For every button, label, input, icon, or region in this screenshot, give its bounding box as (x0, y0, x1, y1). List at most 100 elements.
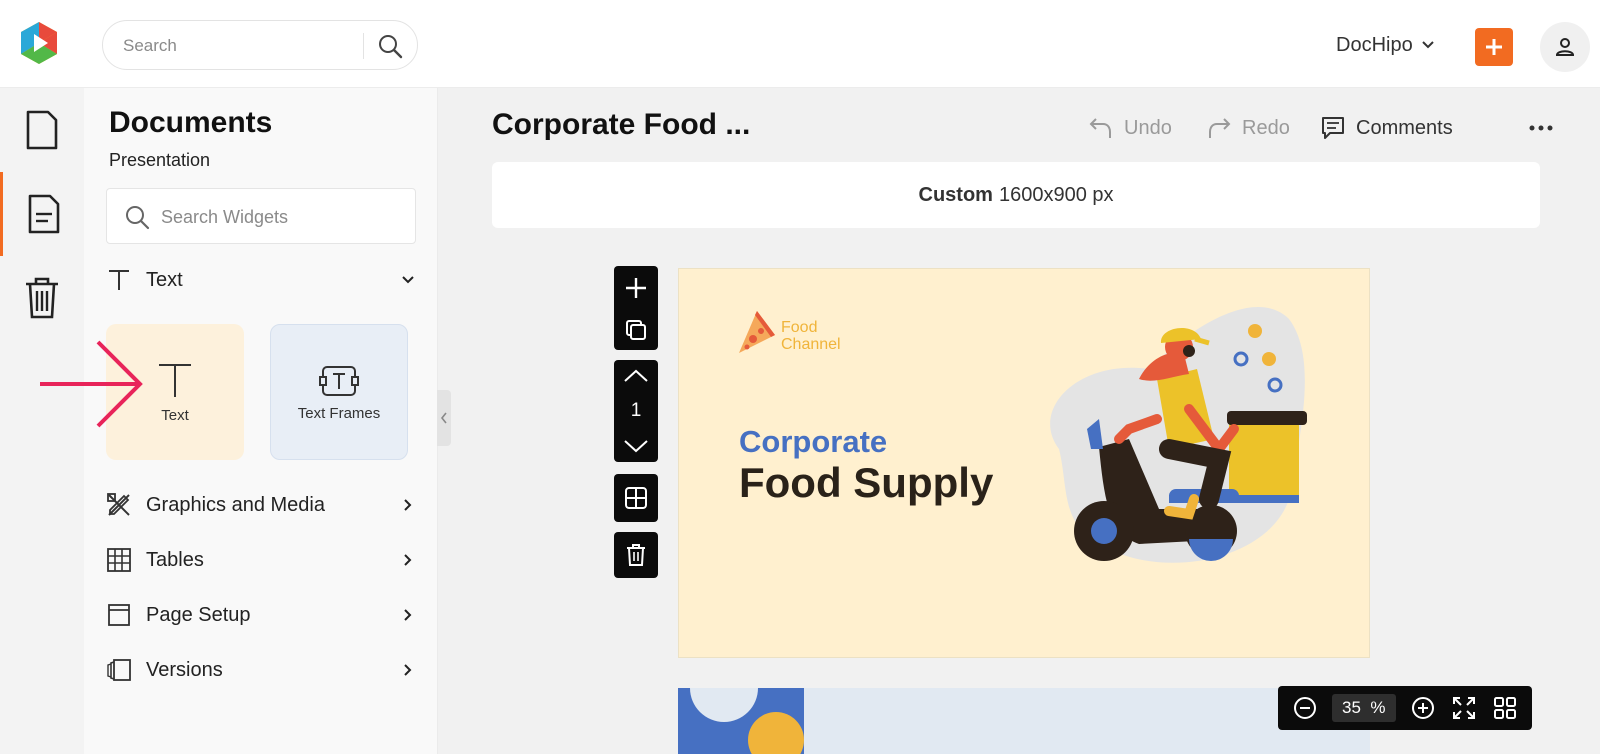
rail-documents[interactable] (0, 88, 84, 172)
section-page-setup[interactable]: Page Setup (106, 595, 416, 635)
redo-label: Redo (1242, 116, 1290, 139)
widget-search (106, 188, 416, 244)
versions-icon (107, 659, 131, 681)
user-avatar[interactable] (1540, 22, 1590, 72)
text-icon (109, 270, 129, 290)
section-versions[interactable]: Versions (106, 650, 416, 690)
section-label: Text (146, 268, 183, 291)
redo-icon (1209, 118, 1231, 138)
section-graphics-media[interactable]: Graphics and Media (106, 485, 416, 525)
text-frames-widget-tile[interactable]: Text Frames (270, 324, 408, 460)
grid-icon (625, 487, 647, 509)
rail-templates[interactable] (0, 172, 84, 256)
zoom-in-button[interactable] (1409, 694, 1437, 722)
tile-label: Text (161, 406, 189, 424)
page-add-duplicate-tools (614, 266, 658, 350)
comments-button[interactable]: Comments (1320, 112, 1453, 144)
slide-heading-small[interactable]: Corporate (739, 424, 887, 460)
section-label: Graphics and Media (146, 493, 325, 516)
chevron-right-icon (404, 609, 412, 621)
delete-page-button[interactable] (614, 532, 658, 578)
slide-2-decoration (678, 688, 804, 754)
brand-line-2: Channel (781, 336, 841, 353)
app-logo[interactable] (16, 20, 62, 66)
document-icon (26, 110, 58, 150)
widget-search-input[interactable] (161, 203, 401, 231)
global-search (102, 20, 418, 70)
account-name: DocHipo (1336, 33, 1413, 56)
widgets-panel: Documents Presentation Text Text Text Fr… (40, 88, 438, 754)
delivery-scooter-illustration (1050, 307, 1307, 563)
slide-canvas-1[interactable]: Food Channel Corporate Food Supply (678, 268, 1370, 658)
tile-label: Text Frames (297, 404, 381, 422)
fullscreen-icon (1453, 697, 1476, 719)
chevron-left-icon (440, 412, 447, 424)
chevron-up-icon[interactable] (623, 368, 649, 384)
page-number: 1 (630, 400, 642, 421)
pizza-logo-icon (739, 311, 775, 353)
trash-icon (627, 544, 645, 566)
chevron-down-icon (1421, 41, 1434, 49)
grid-view-icon (1494, 697, 1517, 719)
table-icon (107, 548, 131, 572)
section-label: Page Setup (146, 603, 251, 626)
rail-trash[interactable] (0, 256, 84, 340)
comment-icon (1322, 117, 1344, 139)
size-type: Custom (918, 183, 993, 206)
duplicate-page-icon[interactable] (625, 319, 647, 341)
chevron-down-icon[interactable] (623, 438, 649, 454)
page-grid-view-button[interactable] (1491, 694, 1519, 722)
fit-screen-button[interactable] (1450, 694, 1478, 722)
undo-icon (1089, 118, 1111, 138)
zoom-toolbar: 35 % (1278, 686, 1532, 730)
chevron-right-icon (404, 664, 412, 676)
brand-line-1: Food (781, 319, 818, 336)
document-text-icon (28, 194, 59, 234)
user-icon (1555, 38, 1575, 56)
grid-layout-button[interactable] (614, 474, 658, 522)
add-page-icon[interactable] (624, 276, 648, 300)
search-icon[interactable] (377, 33, 403, 59)
zoom-out-button[interactable] (1291, 694, 1319, 722)
zoom-level-field[interactable]: 35 % (1331, 694, 1396, 722)
text-frame-icon (319, 365, 359, 396)
slide-heading-large[interactable]: Food Supply (739, 459, 993, 507)
top-bar: DocHipo (0, 0, 1600, 88)
trash-icon (26, 277, 58, 319)
zoom-out-icon (1293, 697, 1316, 719)
search-divider (363, 33, 364, 59)
graphics-tools-icon (107, 493, 130, 516)
slide-brand-logo: Food Channel (781, 319, 841, 353)
section-text[interactable]: Text (106, 260, 416, 300)
arrow-annotation-icon (40, 340, 143, 428)
plus-icon (1486, 39, 1502, 55)
text-icon (159, 363, 191, 397)
panel-collapse-handle[interactable] (437, 390, 451, 446)
more-options-button[interactable] (1526, 116, 1556, 140)
page-setup-icon (108, 604, 130, 626)
redo-button[interactable]: Redo (1206, 112, 1290, 144)
page-size-bar[interactable]: Custom 1600x900 px (492, 162, 1540, 228)
create-new-button[interactable] (1475, 28, 1513, 66)
chevron-right-icon (404, 554, 412, 566)
page-navigator: 1 (614, 360, 658, 462)
search-icon (123, 203, 151, 231)
chevron-right-icon (404, 499, 412, 511)
more-horizontal-icon (1529, 125, 1553, 131)
section-label: Versions (146, 658, 223, 681)
account-menu[interactable]: DocHipo (1336, 30, 1435, 60)
panel-subtitle: Presentation (109, 150, 211, 170)
zoom-unit: % (1370, 698, 1386, 717)
section-tables[interactable]: Tables (106, 540, 416, 580)
editor-area: Corporate Food ... Undo Redo Comments Cu… (438, 88, 1600, 754)
comments-label: Comments (1356, 116, 1453, 139)
global-search-input[interactable] (123, 33, 363, 59)
undo-label: Undo (1124, 116, 1172, 139)
chevron-down-icon (402, 276, 414, 284)
slide-canvas-2[interactable] (678, 688, 1370, 754)
zoom-value: 35 (1342, 698, 1361, 717)
panel-title: Documents (109, 106, 273, 139)
zoom-in-icon (1411, 697, 1434, 719)
document-title[interactable]: Corporate Food ... (492, 108, 750, 142)
undo-button[interactable]: Undo (1088, 112, 1172, 144)
